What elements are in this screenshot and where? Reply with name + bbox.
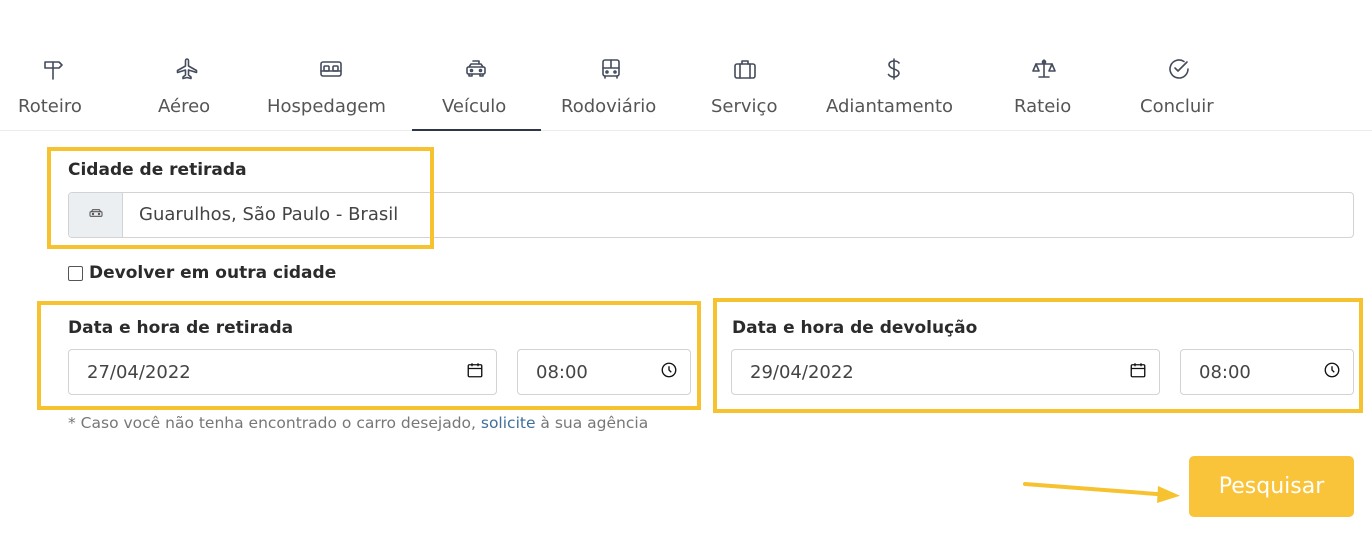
pickup-date-input[interactable]: 27/04/2022 [68, 349, 497, 395]
tab-concluir[interactable]: Concluir [1140, 0, 1218, 131]
return-other-city-row: Devolver em outra cidade [68, 263, 336, 283]
tab-label: Roteiro [18, 96, 82, 117]
help-note-prefix: * Caso você não tenha encontrado o carro… [68, 414, 481, 432]
pickup-datetime-label: Data e hora de retirada [68, 318, 294, 338]
tab-label: Aéreo [158, 96, 211, 117]
tab-adiantamento[interactable]: Adiantamento [826, 0, 964, 131]
tab-hospedagem[interactable]: Hospedagem [267, 0, 396, 131]
return-date-value: 29/04/2022 [750, 361, 854, 383]
signpost-icon [40, 57, 66, 81]
help-note: * Caso você não tenha encontrado o carro… [68, 414, 648, 432]
tab-label: Concluir [1140, 96, 1214, 117]
calendar-icon[interactable] [466, 361, 484, 383]
return-time-value: 08:00 [1199, 361, 1251, 383]
return-other-city-label[interactable]: Devolver em outra cidade [89, 263, 336, 283]
return-time-input[interactable]: 08:00 [1180, 349, 1354, 395]
car-icon [463, 57, 489, 81]
pickup-time-input[interactable]: 08:00 [517, 349, 691, 395]
bus-icon [598, 57, 624, 81]
clock-icon[interactable] [1323, 361, 1341, 383]
arrow-annotation [1023, 482, 1180, 503]
plane-icon [174, 57, 200, 81]
pickup-city-input[interactable]: Guarulhos, São Paulo - Brasil [68, 192, 1354, 238]
suitcase-icon [732, 57, 758, 81]
car-icon [88, 205, 104, 225]
pickup-time-value: 08:00 [536, 361, 588, 383]
pickup-city-label: Cidade de retirada [68, 160, 247, 180]
return-date-input[interactable]: 29/04/2022 [731, 349, 1160, 395]
city-addon [69, 193, 123, 237]
tab-roteiro[interactable]: Roteiro [18, 0, 88, 131]
return-other-city-checkbox[interactable] [68, 265, 83, 281]
help-note-suffix: à sua agência [535, 414, 649, 432]
tab-label: Serviço [711, 96, 778, 117]
tab-rodoviario[interactable]: Rodoviário [561, 0, 662, 131]
tab-label: Rateio [1014, 96, 1072, 117]
tab-label: Rodoviário [561, 96, 657, 117]
tab-servico[interactable]: Serviço [711, 0, 780, 131]
clock-icon[interactable] [660, 361, 678, 383]
check-circle-icon [1166, 57, 1192, 81]
bed-icon [318, 57, 344, 81]
return-datetime-label: Data e hora de devolução [732, 318, 978, 338]
tab-label: Adiantamento [826, 96, 954, 117]
tab-aereo[interactable]: Aéreo [158, 0, 216, 131]
pickup-city-value: Guarulhos, São Paulo - Brasil [139, 204, 399, 225]
search-button[interactable]: Pesquisar [1189, 456, 1354, 517]
request-link[interactable]: solicite [481, 414, 536, 432]
pickup-date-value: 27/04/2022 [87, 361, 191, 383]
dollar-icon [881, 57, 907, 81]
tab-label: Veículo [442, 96, 507, 117]
calendar-icon[interactable] [1129, 361, 1147, 383]
tab-veiculo[interactable]: Veículo [412, 0, 541, 131]
tab-rateio[interactable]: Rateio [1014, 0, 1074, 131]
scale-icon [1031, 57, 1057, 81]
tab-label: Hospedagem [267, 96, 386, 117]
step-tabs: Roteiro Aéreo Hospedagem Veículo Rodoviá… [0, 0, 1372, 131]
